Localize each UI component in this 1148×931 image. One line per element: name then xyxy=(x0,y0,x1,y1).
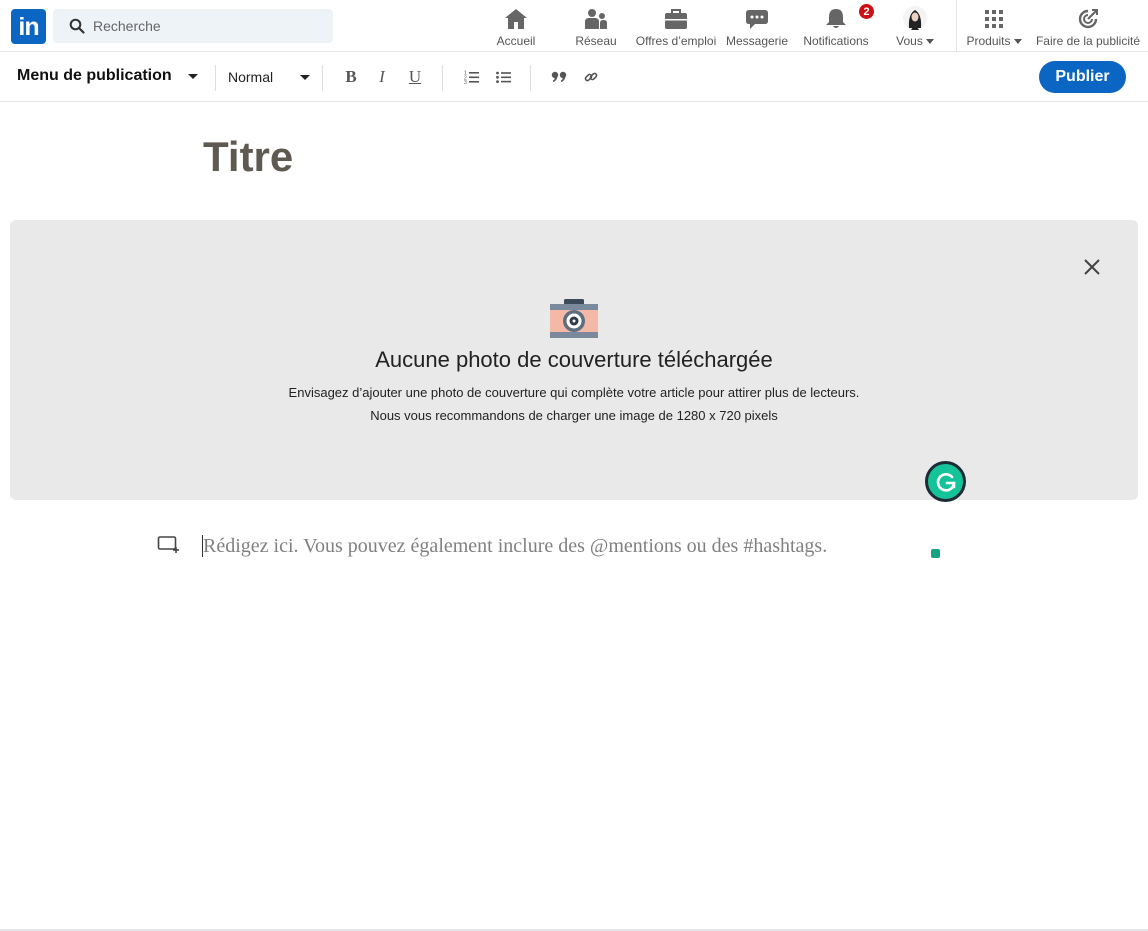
briefcase-icon xyxy=(665,9,687,29)
editor-toolbar: Menu de publication Normal B I U 1 2 3 P… xyxy=(0,53,1148,102)
numbered-list-button[interactable]: 1 2 3 xyxy=(460,65,484,89)
publish-button[interactable]: Publier xyxy=(1039,61,1126,93)
chevron-down-icon xyxy=(925,38,934,44)
avatar xyxy=(903,6,927,30)
grammarly-status-indicator xyxy=(931,549,940,558)
nav-me[interactable]: Vous xyxy=(890,6,940,50)
publication-menu-button[interactable]: Menu de publication xyxy=(17,67,198,85)
publication-menu-label: Menu de publication xyxy=(17,67,172,84)
bulleted-list-icon xyxy=(496,71,511,83)
nav-jobs[interactable]: Offres d’emploi xyxy=(634,6,718,50)
chevron-down-icon xyxy=(300,74,310,80)
toolbar-divider xyxy=(322,65,323,91)
nav-network-label: Réseau xyxy=(575,34,617,48)
underline-button[interactable]: U xyxy=(403,65,427,89)
bold-button[interactable]: B xyxy=(339,65,363,89)
article-title-input[interactable]: Titre xyxy=(203,133,293,181)
close-icon xyxy=(1084,259,1100,275)
svg-text:3: 3 xyxy=(464,80,467,84)
network-icon xyxy=(585,9,607,29)
link-button[interactable] xyxy=(579,65,603,89)
toolbar-divider xyxy=(215,65,216,91)
grammarly-icon xyxy=(936,472,955,492)
link-icon xyxy=(584,72,598,82)
linkedin-logo[interactable]: in xyxy=(11,9,46,44)
add-media-button[interactable] xyxy=(157,535,181,560)
nav-home-label: Accueil xyxy=(496,34,536,48)
bell-icon xyxy=(826,9,846,28)
close-cover-button[interactable] xyxy=(1080,255,1104,279)
search-icon xyxy=(69,18,85,34)
compass-icon xyxy=(1078,9,1098,29)
chevron-down-icon xyxy=(187,73,198,79)
search-bar[interactable] xyxy=(53,9,333,43)
global-nav: in Accueil Réseau xyxy=(0,0,1148,52)
camera-icon xyxy=(550,299,598,338)
home-icon xyxy=(505,9,527,29)
quote-button[interactable] xyxy=(547,65,571,89)
nav-products[interactable]: Produits xyxy=(964,6,1024,50)
notification-count-badge: 2 xyxy=(858,3,875,20)
cover-description: Envisagez d’ajouter une photo de couvert… xyxy=(288,385,860,400)
nav-notifications-label: Notifications xyxy=(803,34,869,48)
chevron-down-icon xyxy=(1013,38,1022,44)
nav-messaging-label: Messagerie xyxy=(725,34,789,48)
nav-jobs-label: Offres d’emploi xyxy=(635,34,717,48)
nav-notifications[interactable]: 2 Notifications xyxy=(802,3,875,50)
article-body-input[interactable]: Rédigez ici. Vous pouvez également inclu… xyxy=(202,535,827,557)
nav-advertise-label: Faire de la publicité xyxy=(1035,34,1141,48)
grammarly-button[interactable] xyxy=(925,461,966,502)
quote-icon xyxy=(551,71,567,82)
toolbar-divider xyxy=(442,65,443,91)
nav-network[interactable]: Réseau xyxy=(572,6,620,50)
grid-icon xyxy=(985,10,1003,28)
toolbar-divider xyxy=(530,65,531,91)
italic-button[interactable]: I xyxy=(370,65,394,89)
nav-messaging[interactable]: Messagerie xyxy=(724,6,790,50)
nav-home[interactable]: Accueil xyxy=(494,6,538,50)
numbered-list-icon: 1 2 3 xyxy=(464,71,479,84)
text-style-value: Normal xyxy=(228,69,274,85)
cover-size-hint: Nous vous recommandons de charger une im… xyxy=(370,408,778,423)
nav-products-label: Produits xyxy=(966,34,1022,48)
nav-products-text: Produits xyxy=(966,34,1011,48)
add-media-icon xyxy=(157,536,179,553)
nav-me-text: Vous xyxy=(896,34,923,48)
search-input[interactable] xyxy=(93,18,313,34)
cover-image-uploader[interactable]: Aucune photo de couverture téléchargée E… xyxy=(10,220,1138,500)
nav-me-label: Vous xyxy=(896,34,934,48)
nav-divider xyxy=(956,0,957,52)
bulleted-list-button[interactable] xyxy=(492,65,516,89)
text-style-select[interactable]: Normal xyxy=(228,69,310,85)
cover-heading: Aucune photo de couverture téléchargée xyxy=(375,347,773,372)
nav-advertise[interactable]: Faire de la publicité xyxy=(1034,6,1142,50)
messaging-icon xyxy=(746,10,768,29)
